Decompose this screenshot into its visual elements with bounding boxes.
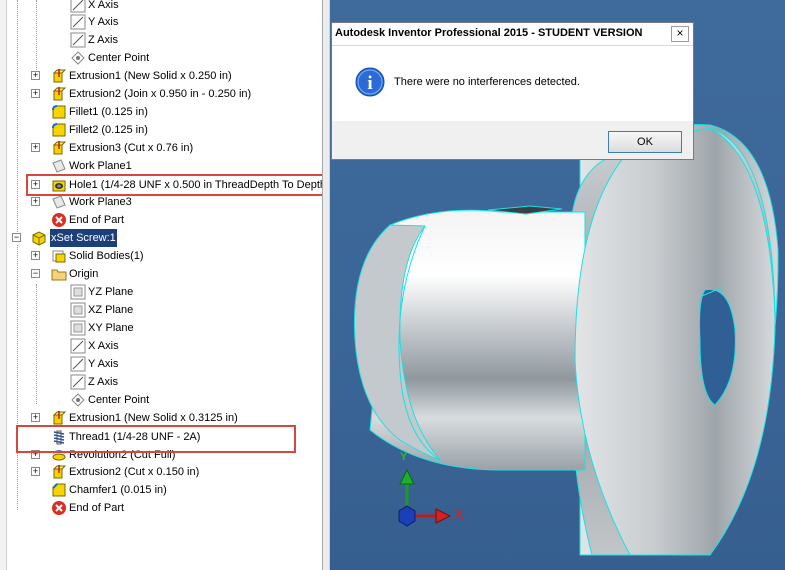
highlight-box-hole bbox=[26, 174, 322, 196]
tree-item-label: Extrusion1 (New Solid x 0.250 in) bbox=[69, 70, 232, 82]
tree-item-label: Extrusion2 (Join x 0.950 in - 0.250 in) bbox=[69, 88, 252, 100]
end-of-part-icon bbox=[52, 213, 66, 227]
axis-icon bbox=[70, 356, 86, 372]
tree-item-label: XY Plane bbox=[88, 322, 134, 334]
solid-bodies-icon bbox=[52, 250, 66, 263]
ok-button[interactable]: OK bbox=[608, 131, 682, 153]
triad-y-label: Y bbox=[400, 451, 408, 463]
expand-toggle[interactable]: + bbox=[31, 467, 40, 476]
browser-edge bbox=[0, 0, 7, 570]
view-triad[interactable] bbox=[390, 450, 480, 540]
triad-x-label: X bbox=[454, 506, 465, 523]
fillet-icon bbox=[52, 123, 66, 137]
extrusion-icon bbox=[52, 69, 67, 83]
tree-line bbox=[17, 245, 18, 510]
plane-icon bbox=[70, 320, 86, 336]
expand-toggle[interactable]: + bbox=[31, 251, 40, 260]
chamfer-icon bbox=[52, 483, 66, 497]
fillet-icon bbox=[52, 105, 66, 119]
tree-item-label: Z Axis bbox=[88, 34, 118, 46]
work-plane-icon bbox=[52, 195, 66, 209]
tree-item-label: Z Axis bbox=[88, 376, 118, 388]
center-point-icon bbox=[71, 51, 85, 65]
expand-toggle[interactable]: + bbox=[31, 143, 40, 152]
tree-item-label: XZ Plane bbox=[88, 304, 134, 316]
axis-icon bbox=[70, 338, 86, 354]
tree-item-label: Extrusion3 (Cut x 0.76 in) bbox=[69, 142, 194, 154]
panel-splitter[interactable] bbox=[322, 0, 330, 570]
dialog-titlebar[interactable]: Autodesk Inventor Professional 2015 - ST… bbox=[332, 23, 693, 46]
tree-item-label: Extrusion2 (Cut x 0.150 in) bbox=[69, 466, 200, 478]
tree-item-label: Fillet2 (0.125 in) bbox=[69, 124, 148, 136]
tree-item-label: Chamfer1 (0.015 in) bbox=[69, 484, 167, 496]
tree-item-label: Center Point bbox=[88, 52, 150, 64]
end-of-part-icon bbox=[52, 501, 66, 515]
axis-icon bbox=[70, 14, 86, 30]
axis-icon bbox=[70, 32, 86, 48]
info-icon: i bbox=[355, 67, 385, 97]
tree-item-label: xSet Screw:1 bbox=[50, 229, 117, 247]
extrusion-cut-icon bbox=[52, 141, 67, 155]
expand-toggle[interactable]: + bbox=[31, 197, 40, 206]
expand-toggle[interactable]: + bbox=[31, 413, 40, 422]
tree-line bbox=[36, 0, 37, 72]
info-glyph: i bbox=[367, 73, 372, 94]
collapse-toggle[interactable]: − bbox=[31, 269, 40, 278]
close-icon[interactable]: × bbox=[671, 26, 689, 42]
tree-line bbox=[36, 284, 37, 404]
axis-icon bbox=[70, 374, 86, 390]
tree-item-label: Origin bbox=[69, 268, 99, 280]
model-browser: X Axis Y Axis Z Axis Center Point + Extr… bbox=[0, 0, 322, 570]
center-point-icon bbox=[71, 393, 85, 407]
tree-item-label: X Axis bbox=[88, 0, 119, 11]
tree-item-label: X Axis bbox=[88, 340, 119, 352]
highlight-box-thread bbox=[16, 425, 296, 453]
plane-icon bbox=[70, 284, 86, 300]
work-plane-icon bbox=[52, 159, 66, 173]
plane-icon bbox=[70, 302, 86, 318]
extrusion-icon bbox=[52, 465, 67, 479]
part-icon bbox=[32, 231, 46, 246]
tree-item-label: Work Plane1 bbox=[69, 160, 132, 172]
tree-item-label: YZ Plane bbox=[88, 286, 134, 298]
expand-toggle[interactable]: + bbox=[31, 71, 40, 80]
tree-item-label: Fillet1 (0.125 in) bbox=[69, 106, 148, 118]
dialog-title: Autodesk Inventor Professional 2015 - ST… bbox=[335, 27, 643, 39]
tree-item-label: Center Point bbox=[88, 394, 150, 406]
tree-item-label: Solid Bodies(1) bbox=[69, 250, 144, 262]
tree-line bbox=[17, 0, 18, 240]
tree-item-label: End of Part bbox=[69, 214, 125, 226]
interference-dialog: Autodesk Inventor Professional 2015 - ST… bbox=[331, 22, 694, 160]
axis-icon bbox=[70, 0, 86, 13]
dialog-message: There were no interferences detected. bbox=[394, 76, 580, 88]
extrusion-icon bbox=[52, 87, 67, 101]
folder-icon bbox=[51, 269, 67, 281]
extrusion-icon bbox=[52, 411, 67, 425]
tree-item-label: Y Axis bbox=[88, 358, 119, 370]
tree-item-label: Y Axis bbox=[88, 16, 119, 28]
collapse-toggle[interactable]: − bbox=[12, 233, 21, 242]
expand-toggle[interactable]: + bbox=[31, 89, 40, 98]
tree-item-label: End of Part bbox=[69, 502, 125, 514]
